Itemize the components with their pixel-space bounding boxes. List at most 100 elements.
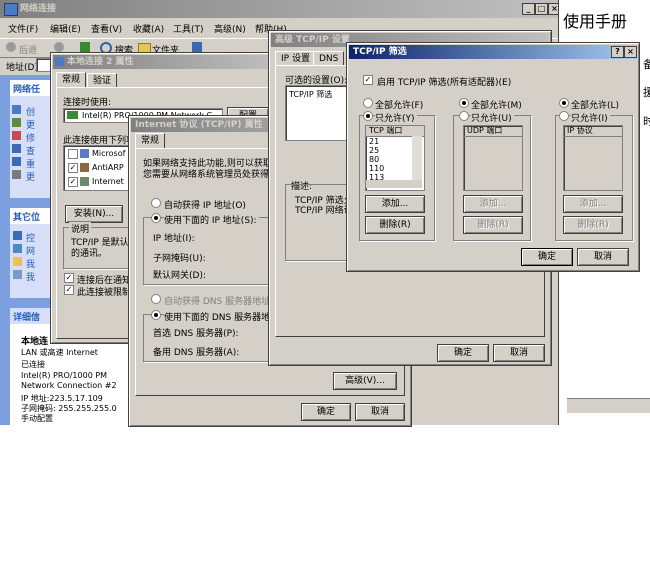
tcp-add-button[interactable]: 添加... — [365, 195, 425, 213]
component-checkbox[interactable]: ✓ — [68, 177, 78, 187]
ok-button[interactable]: 确定 — [437, 344, 489, 362]
auto-ip-label: 自动获得 IP 地址(O) — [164, 201, 246, 211]
menu-tools[interactable]: 工具(T) — [173, 22, 204, 35]
menu-favorites[interactable]: 收藏(A) — [133, 22, 164, 35]
views-icon[interactable] — [192, 42, 202, 52]
dialog-title: Internet 协议 (TCP/IP) 属性 — [135, 120, 263, 130]
ok-button[interactable]: 确定 — [301, 403, 351, 421]
connection-icon — [55, 57, 64, 66]
create-connection-icon — [12, 105, 21, 114]
my-documents-icon — [13, 257, 22, 266]
tab-general[interactable]: 常规 — [56, 72, 87, 88]
use-ip-label: 使用下面的 IP 地址(S): — [164, 213, 259, 226]
forward-icon[interactable] — [54, 42, 64, 52]
dialog-titlebar[interactable]: TCP/IP 筛选 — [349, 45, 637, 59]
alternate-dns-label: 备用 DNS 服务器(A): — [153, 348, 240, 358]
ip-remove-button[interactable]: 删除(R) — [563, 216, 623, 234]
back-button[interactable]: 后退 — [19, 43, 37, 56]
udp-permit-all-label: 全部允许(M) — [471, 101, 522, 111]
maximize-button[interactable]: □ — [535, 3, 548, 15]
tab-authentication[interactable]: 验证 — [87, 73, 118, 88]
cancel-button[interactable]: 取消 — [577, 248, 629, 266]
client-icon — [80, 149, 89, 158]
other-item[interactable]: 我 — [26, 270, 35, 283]
tab-dns[interactable]: DNS — [313, 51, 345, 66]
ip-add-button[interactable]: 添加... — [563, 195, 623, 213]
component-checkbox[interactable]: ✓ — [68, 163, 78, 173]
component-item[interactable]: Internet — [92, 177, 124, 186]
detail-device2: Network Connection #2 — [21, 381, 117, 390]
document-scrollbar[interactable] — [567, 398, 650, 413]
menu-advanced[interactable]: 高级(N) — [214, 22, 246, 35]
ip-permit-only-radio[interactable] — [559, 111, 569, 121]
tcpip-filtering-dialog: TCP/IP 筛选 ? × ✓ 启用 TCP/IP 筛选(所有适配器)(E) 全… — [346, 42, 640, 272]
preferred-dns-label: 首选 DNS 服务器(P): — [153, 329, 239, 339]
tcp-remove-button[interactable]: 删除(R) — [365, 216, 425, 234]
menu-edit[interactable]: 编辑(E) — [50, 22, 81, 35]
use-dns-radio[interactable] — [151, 310, 161, 320]
install-button[interactable]: 安装(N)... — [65, 205, 123, 223]
other-places-panel: 其它位 控 网 我 我 — [10, 208, 52, 298]
menu-view[interactable]: 查看(V) — [91, 22, 122, 35]
tab-general[interactable]: 常规 — [135, 133, 166, 149]
cancel-button[interactable]: 取消 — [493, 344, 545, 362]
task-item[interactable]: 更 — [26, 170, 35, 183]
dialog-title: 本地连接 2 属性 — [67, 57, 134, 67]
enable-filtering-checkbox[interactable]: ✓ — [363, 75, 373, 85]
view-status-icon — [12, 144, 21, 153]
dialog-title: TCP/IP 筛选 — [353, 47, 407, 57]
ip-permit-all-label: 全部允许(L) — [571, 101, 620, 111]
close-button[interactable]: × — [624, 46, 637, 58]
udp-column-header[interactable]: UDP 端口 — [464, 126, 522, 137]
tcp-vertical-scrollbar[interactable] — [412, 136, 422, 180]
repair-icon — [12, 131, 21, 140]
ok-button[interactable]: 确定 — [521, 248, 573, 266]
udp-add-button[interactable]: 添加... — [463, 195, 523, 213]
advanced-button[interactable]: 高级(V)... — [333, 372, 397, 390]
udp-remove-button[interactable]: 删除(R) — [463, 216, 523, 234]
subnet-mask-label: 子网掩码(U): — [153, 254, 206, 264]
udp-permit-only-radio[interactable] — [459, 111, 469, 121]
component-item[interactable]: Microsof — [92, 149, 125, 158]
dialog-titlebar[interactable]: 本地连接 2 属性 — [53, 55, 279, 69]
explorer-titlebar[interactable]: 网络连接 — [0, 0, 558, 18]
other-places-header: 其它位 — [10, 208, 52, 224]
udp-ports-list[interactable]: UDP 端口 — [463, 125, 523, 191]
rename-icon — [12, 157, 21, 166]
service-icon — [80, 163, 89, 172]
component-item[interactable]: AntiARP — [92, 163, 124, 172]
tcp-horizontal-scrollbar[interactable] — [366, 180, 422, 188]
settings-icon — [12, 118, 21, 127]
up-folder-icon[interactable] — [80, 42, 90, 52]
menu-file[interactable]: 文件(F) — [8, 22, 38, 35]
ip-protocols-list[interactable]: IP 协议 — [563, 125, 623, 191]
address-label: 地址(D) — [6, 63, 38, 73]
protocol-icon — [80, 177, 89, 186]
network-icon — [4, 3, 18, 16]
help-button[interactable]: ? — [611, 46, 624, 58]
notify-limited-checkbox[interactable]: ✓ — [64, 285, 74, 295]
properties-icon — [12, 170, 21, 179]
auto-dns-radio[interactable] — [151, 294, 161, 304]
minimize-button[interactable]: _ — [522, 3, 535, 15]
cancel-button[interactable]: 取消 — [355, 403, 405, 421]
tab-ip-settings[interactable]: IP 设置 — [275, 51, 316, 66]
detail-status: 已连接 — [21, 360, 45, 369]
tcp-permit-only-radio[interactable] — [363, 111, 373, 121]
text-fragment: 备 — [643, 58, 650, 71]
ip-column-header[interactable]: IP 协议 — [564, 126, 622, 137]
tcp-permit-all-radio[interactable] — [363, 98, 373, 108]
component-checkbox[interactable] — [68, 149, 78, 159]
ip-permit-all-radio[interactable] — [559, 98, 569, 108]
auto-ip-radio[interactable] — [151, 198, 161, 208]
ip-address-label: IP 地址(I): — [153, 234, 195, 244]
show-icon-checkbox[interactable]: ✓ — [64, 273, 74, 283]
control-panel-icon — [13, 231, 22, 240]
back-icon[interactable] — [6, 42, 16, 52]
enable-filtering-label: 启用 TCP/IP 筛选(所有适配器)(E) — [377, 78, 512, 88]
tcp-ports-list[interactable]: TCP 端口 21 25 80 110 113 — [365, 125, 425, 191]
close-button[interactable]: × — [548, 3, 558, 15]
use-ip-radio[interactable] — [151, 213, 161, 223]
list-item[interactable]: TCP/IP 筛选 — [289, 89, 332, 100]
udp-permit-all-radio[interactable] — [459, 98, 469, 108]
